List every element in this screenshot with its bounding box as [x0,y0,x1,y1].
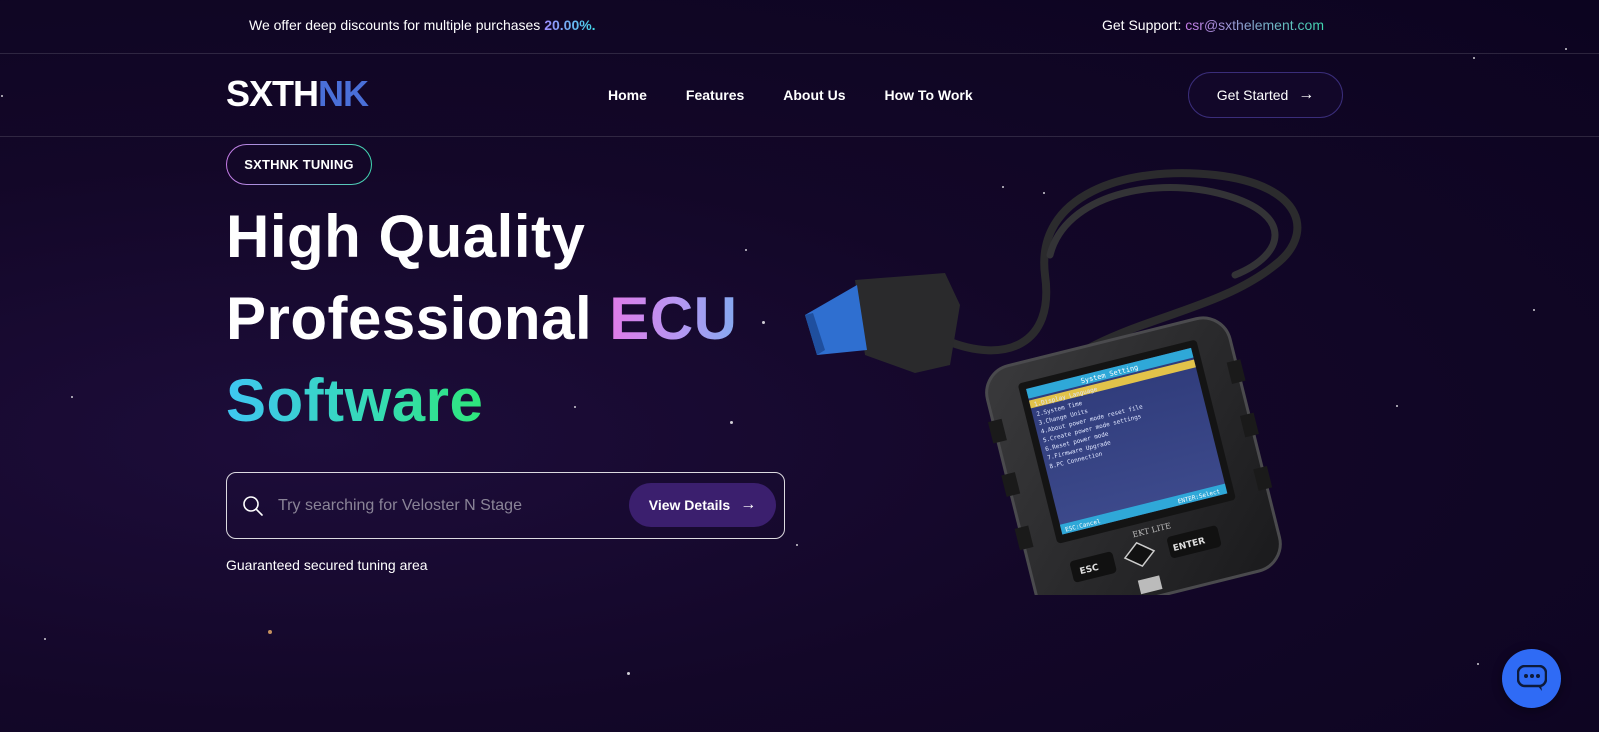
logo-part-2: NK [318,73,369,114]
nav-link-features[interactable]: Features [686,87,744,103]
support-email-link[interactable]: csr@sxthelement.com [1185,17,1324,33]
nav-link-about-us[interactable]: About Us [783,87,845,103]
hero-title-line-1: High Quality [226,203,586,270]
hero-title-ecu: ECU [609,285,738,352]
support-label: Get Support: [1102,17,1182,33]
view-details-label: View Details [648,497,731,513]
nav-link-how-to-work[interactable]: How To Work [884,87,972,103]
top-announcement-bar: We offer deep discounts for multiple pur… [0,0,1599,54]
promo-percent: 20.00%. [544,17,596,33]
main-navbar: SXTHNK Home Features About Us How To Wor… [0,54,1599,137]
hero-title-line-3: Software [226,371,483,431]
logo-part-1: SXTH [226,73,319,114]
vehicle-search-bar: View Details → [226,472,785,539]
search-input[interactable] [278,493,618,519]
promo-message: We offer deep discounts for multiple pur… [249,17,596,33]
arrow-right-icon: → [1298,86,1315,103]
brand-logo[interactable]: SXTHNK [226,73,369,114]
search-icon [243,496,263,516]
nav-link-home[interactable]: Home [608,87,647,103]
chat-widget-button[interactable] [1502,649,1561,708]
chat-bubble-icon [1516,664,1547,691]
guarantee-note: Guaranteed secured tuning area [226,557,428,573]
get-started-button[interactable]: Get Started → [1188,72,1343,118]
primary-nav: Home Features About Us How To Work [608,87,973,103]
promo-text: We offer deep discounts for multiple pur… [249,17,541,33]
get-started-label: Get Started [1216,87,1289,103]
hero-badge: SXTHNK TUNING [226,144,372,185]
ecu-tuner-device-image: System Setting 1.Display Language 2.Syst… [805,169,1302,595]
hero-title-line-2: Professional ECU [226,289,737,349]
hero-title-professional: Professional [226,285,610,352]
support-contact: Get Support: csr@sxthelement.com [1102,17,1324,33]
arrow-right-icon: → [740,496,757,513]
obd-connector [805,273,960,373]
view-details-button[interactable]: View Details → [629,483,776,527]
hero-title-software: Software [226,367,484,434]
